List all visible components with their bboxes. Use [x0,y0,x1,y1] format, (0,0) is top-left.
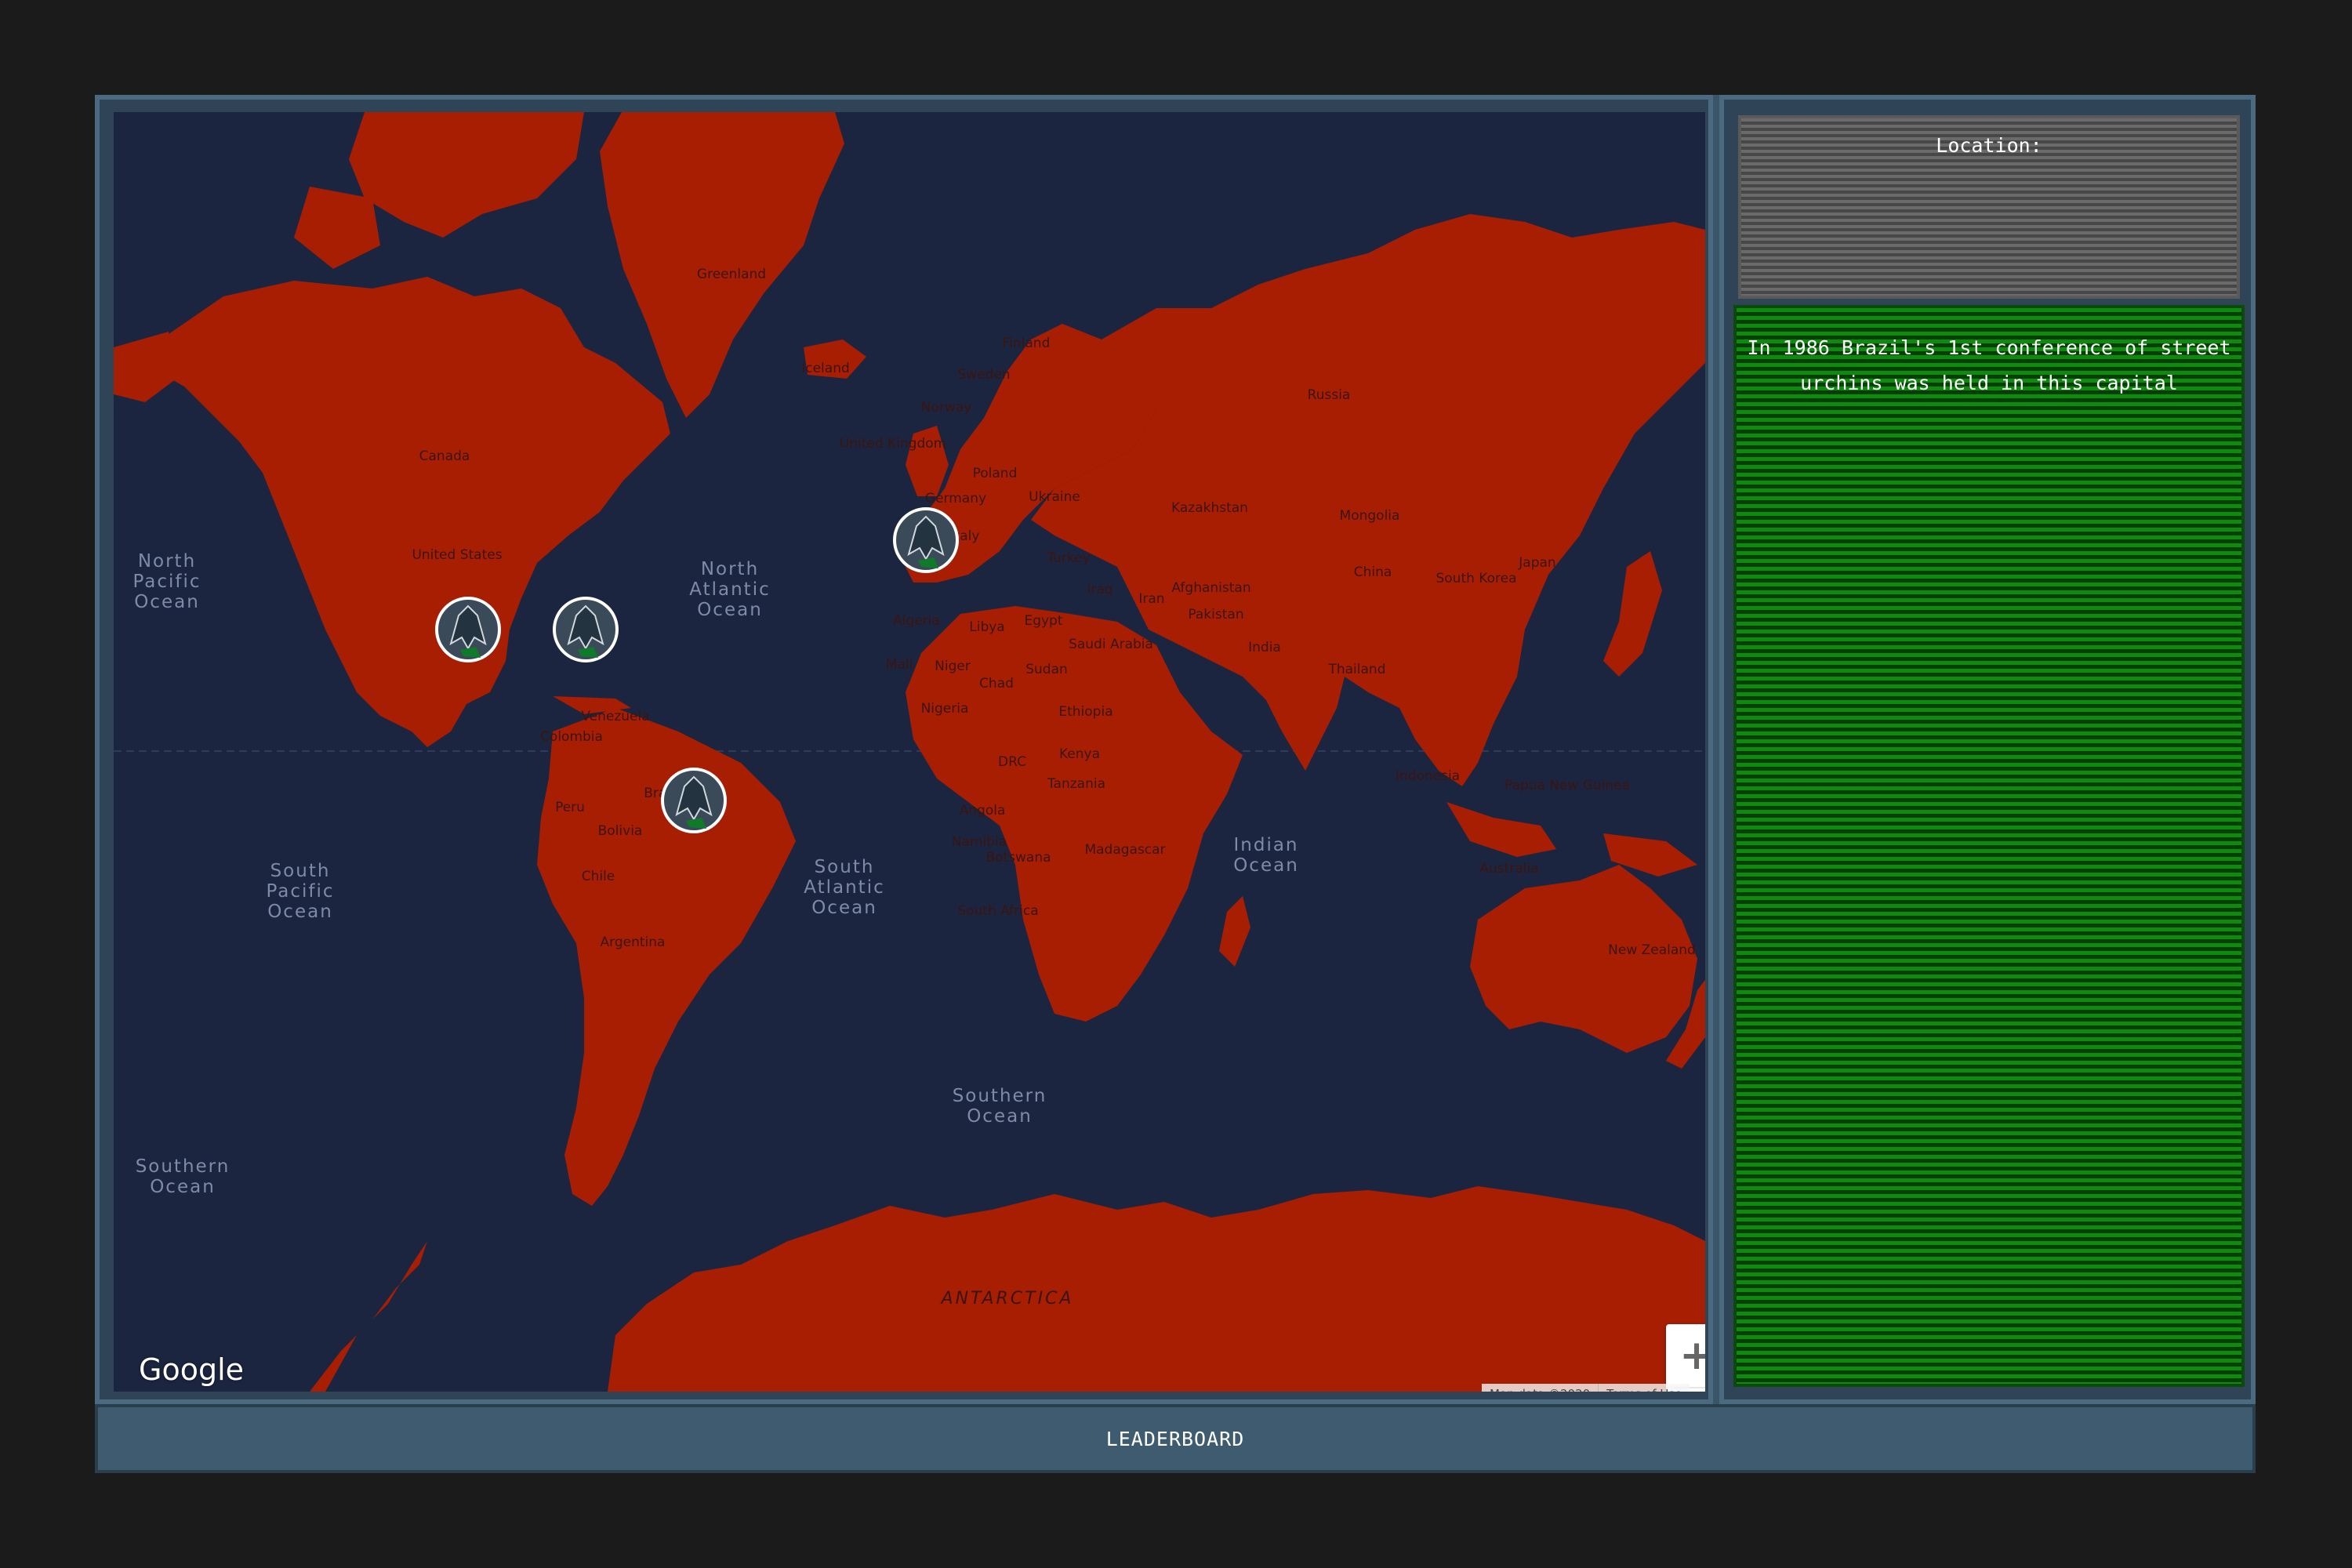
label-madagascar: Madagascar [1084,842,1165,858]
world-map[interactable]: North Pacific Ocean North Atlantic Ocean Sou… [114,112,1705,1392]
label-angola: Angola [960,803,1006,818]
enemy-marker-spain[interactable] [893,507,959,573]
enemy-marker-brazil[interactable] [661,768,727,833]
label-mongolia: Mongolia [1340,508,1400,524]
label-greenland: Greenland [697,267,766,282]
label-new-zealand: New Zealand [1608,942,1696,958]
label-egypt: Egypt [1024,613,1062,629]
label-nigeria: Nigeria [921,701,969,717]
ocean-label-south-atlantic: South Atlantic Ocean [804,857,884,918]
label-japan: Japan [1518,555,1555,571]
label-chad: Chad [979,676,1014,691]
label-poland: Poland [973,466,1018,481]
ocean-label-north-pacific: North Pacific Ocean [132,551,201,612]
location-box: Location: [1738,115,2240,299]
label-canada: Canada [419,448,470,464]
label-libya: Libya [969,619,1004,635]
label-pakistan: Pakistan [1188,607,1243,622]
label-finland: Finland [1003,336,1051,351]
enemy-marker-mexico[interactable] [435,597,501,662]
label-argentina: Argentina [601,935,666,950]
map-attribution: Map data ©2020 Terms of Use [1482,1384,1690,1392]
label-germany: Germany [925,491,986,506]
enemy-marker-cuba[interactable] [553,597,619,662]
clue-text: In 1986 Brazil's 1st conference of stree… [1747,336,2231,394]
clue-box: In 1986 Brazil's 1st conference of stree… [1733,305,2245,1387]
label-south-africa: South Africa [957,903,1038,919]
label-indonesia: Indonesia [1396,768,1460,784]
clue-panel: Location: In 1986 Brazil's 1st conferenc… [1719,95,2256,1404]
leaderboard-button[interactable]: LEADERBOARD [95,1404,2256,1473]
label-china: China [1354,564,1392,580]
label-iran: Iran [1138,591,1164,607]
label-australia: Australia [1479,861,1538,877]
label-botswana: Botswana [985,850,1051,866]
label-niger: Niger [935,659,971,674]
label-iraq: Iraq [1087,582,1112,597]
ocean-label-indian: Indian Ocean [1233,835,1299,876]
label-kenya: Kenya [1059,746,1100,762]
map-canvas[interactable]: North Pacific Ocean North Atlantic Ocean Sou… [114,112,1705,1392]
label-papua-new-guinea: Papua New Guinea [1504,778,1630,793]
label-ethiopia: Ethiopia [1058,704,1112,720]
label-namibia: Namibia [952,834,1007,850]
map-panel: North Pacific Ocean North Atlantic Ocean Sou… [95,95,1713,1404]
zoom-in-button[interactable]: + [1666,1324,1705,1387]
label-norway: Norway [921,400,972,416]
label-tanzania: Tanzania [1047,776,1105,792]
ocean-label-south-pacific: South Pacific Ocean [266,861,334,922]
map-data-credit: Map data ©2020 [1482,1384,1598,1392]
label-ukraine: Ukraine [1029,489,1080,505]
location-label: Location: [1936,134,2042,157]
label-chile: Chile [582,869,615,884]
zoom-control: + − [1666,1324,1705,1392]
label-turkey: Turkey [1046,550,1090,566]
label-algeria: Algeria [893,613,940,629]
label-united-kingdom: United Kingdom [840,436,946,452]
label-antarctica: ANTARCTICA [940,1289,1074,1308]
google-logo[interactable]: Google [139,1352,244,1387]
label-bolivia: Bolivia [598,823,643,839]
label-iceland: Iceland [801,361,850,376]
ocean-label-north-atlantic: North Atlantic Ocean [689,559,770,620]
label-saudi-arabia: Saudi Arabia [1069,637,1153,652]
label-sweden: Sweden [957,367,1010,383]
label-russia: Russia [1308,387,1351,403]
label-colombia: Colombia [540,729,603,745]
label-venezuela: Venezuela [581,709,649,724]
label-india: India [1248,640,1281,655]
label-united-states: United States [412,547,502,563]
label-sudan: Sudan [1025,662,1068,677]
label-mali: Mali [886,657,913,673]
label-kazakhstan: Kazakhstan [1171,500,1248,516]
label-south-korea: South Korea [1436,571,1516,586]
label-thailand: Thailand [1327,662,1385,677]
label-afghanistan: Afghanistan [1171,580,1250,596]
label-peru: Peru [555,800,585,815]
terms-of-use-link[interactable]: Terms of Use [1598,1384,1690,1392]
label-drc: DRC [998,754,1026,770]
